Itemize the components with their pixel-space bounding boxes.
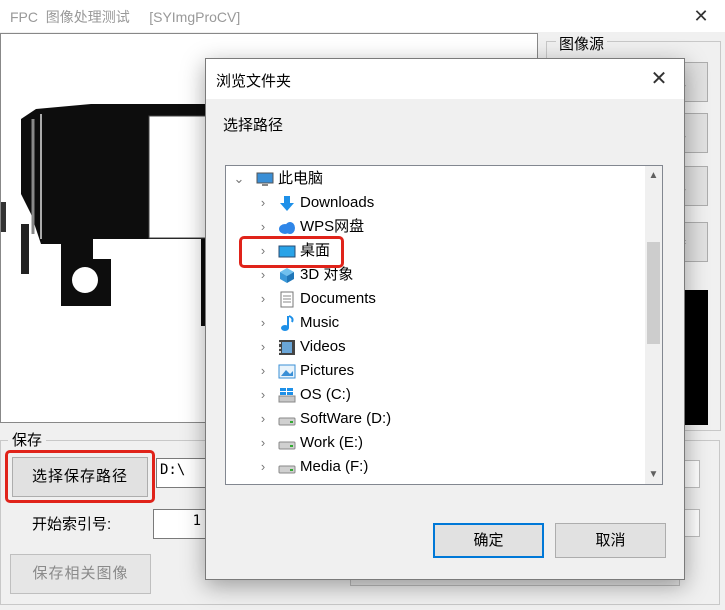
chevron-down-icon[interactable]: ⌄ [232, 167, 246, 191]
tree-item-downloads[interactable]: › Downloads [226, 191, 644, 215]
start-index-input[interactable]: 1 [153, 509, 208, 539]
drive-icon [278, 441, 296, 450]
tree-item-videos[interactable]: › Videos [226, 335, 644, 359]
tree-scrollbar[interactable]: ▲ ▼ [645, 166, 662, 484]
browse-folder-dialog: 浏览文件夹 ✕ 选择路径 ⌄ 此电脑 › Downloads › WPS网盘 ›… [205, 58, 685, 580]
folder-icon [280, 268, 294, 283]
chevron-right-icon[interactable]: › [256, 287, 270, 311]
chevron-right-icon[interactable]: › [256, 359, 270, 383]
ok-button[interactable]: 确定 [433, 523, 544, 558]
cancel-button[interactable]: 取消 [555, 523, 666, 558]
scrollbar-thumb[interactable] [647, 242, 660, 344]
chevron-right-icon[interactable]: › [256, 311, 270, 335]
documents-icon [280, 291, 294, 308]
videos-icon [279, 340, 295, 355]
start-index-label: 开始索引号: [32, 516, 112, 533]
tree-item-drive-d[interactable]: › SoftWare (D:) [226, 407, 644, 431]
save-path-input[interactable]: D:\ [156, 458, 208, 488]
dialog-title: 浏览文件夹 [216, 73, 292, 90]
tree-item-drive-c[interactable]: › OS (C:) [226, 383, 644, 407]
chevron-right-icon[interactable]: › [256, 431, 270, 455]
annotation-box-desktop [239, 236, 344, 268]
tree-item-music[interactable]: › Music [226, 311, 644, 335]
close-icon[interactable]: ✕ [644, 65, 674, 93]
chevron-right-icon[interactable]: › [256, 407, 270, 431]
tree-item-documents[interactable]: › Documents [226, 287, 644, 311]
chevron-right-icon[interactable]: › [256, 335, 270, 359]
music-icon [281, 315, 294, 331]
tree-item-drive-f[interactable]: › Media (F:) [226, 455, 644, 479]
cloud-icon [279, 222, 295, 234]
chevron-up-icon[interactable]: ▲ [645, 167, 662, 184]
drive-icon [278, 417, 296, 426]
pictures-icon [278, 364, 296, 379]
folder-tree[interactable]: ⌄ 此电脑 › Downloads › WPS网盘 › 桌面 › 3D 对象 ›… [225, 165, 663, 485]
tree-item-drive-e[interactable]: › Work (E:) [226, 431, 644, 455]
save-group-label: 保存 [8, 429, 47, 450]
chevron-down-icon[interactable]: ▼ [645, 466, 662, 483]
chevron-right-icon[interactable]: › [256, 191, 270, 215]
source-preview-dark [684, 290, 708, 425]
chevron-right-icon[interactable]: › [256, 383, 270, 407]
image-source-label: 图像源 [556, 33, 608, 54]
dialog-prompt: 选择路径 [223, 117, 284, 134]
chevron-right-icon[interactable]: › [256, 455, 270, 479]
pc-icon [256, 172, 274, 186]
dialog-title-bar: 浏览文件夹 ✕ [206, 59, 684, 99]
system-drive-icon [278, 388, 296, 403]
annotation-box-save-path [5, 450, 155, 503]
tree-item-this-pc[interactable]: ⌄ 此电脑 [226, 167, 644, 191]
close-icon[interactable]: ✕ [687, 2, 715, 30]
tree-item-pictures[interactable]: › Pictures [226, 359, 644, 383]
window-title: FPC 图像处理测试 [SYImgProCV] [10, 9, 241, 25]
drive-icon [278, 465, 296, 474]
downloads-icon [280, 196, 294, 211]
save-images-button[interactable]: 保存相关图像 [10, 554, 151, 594]
main-title-bar: FPC 图像处理测试 [SYImgProCV] ✕ [0, 0, 725, 32]
